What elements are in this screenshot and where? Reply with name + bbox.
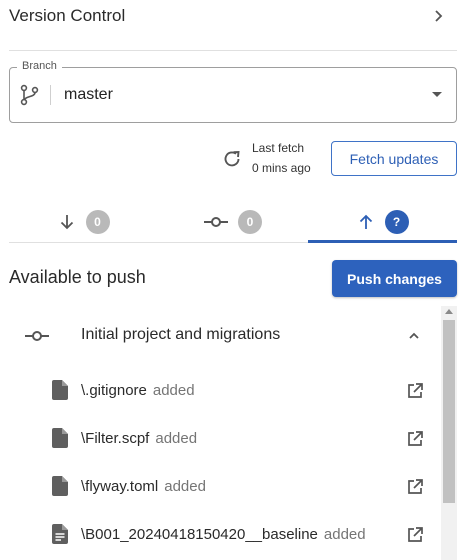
file-status: added (155, 430, 198, 447)
open-external-icon[interactable] (406, 430, 424, 448)
tab-outgoing[interactable]: ? (308, 203, 457, 241)
file-icon (52, 380, 68, 400)
active-tab-indicator (308, 240, 457, 243)
chevron-right-icon[interactable] (432, 7, 446, 25)
last-fetch-time: 0 mins ago (252, 161, 311, 175)
scroll-up-arrow-icon[interactable] (445, 309, 453, 314)
file-row[interactable]: \.gitignore added (0, 367, 440, 415)
commits-count-badge: 0 (238, 210, 262, 234)
open-external-icon[interactable] (406, 478, 424, 496)
outgoing-count-badge: ? (384, 210, 409, 234)
dropdown-caret-icon[interactable] (432, 92, 442, 97)
file-name: \B001_20240418150420__baseline (81, 526, 318, 543)
incoming-count-badge: 0 (85, 210, 110, 234)
file-row[interactable]: \Filter.scpf added (0, 415, 440, 463)
file-name: \.gitignore (81, 382, 147, 399)
git-branch-icon (20, 84, 39, 106)
file-name: \flyway.toml (81, 478, 159, 495)
commit-icon (25, 331, 49, 341)
scrollbar-thumb[interactable] (443, 320, 455, 503)
file-name: \Filter.scpf (81, 430, 150, 447)
file-icon (52, 428, 68, 448)
open-external-icon[interactable] (406, 526, 424, 544)
panel-title: Version Control (9, 6, 126, 25)
file-status: added (152, 382, 195, 399)
open-external-icon[interactable] (406, 382, 424, 400)
commit-icon (204, 217, 228, 227)
last-fetch-label: Last fetch (252, 141, 305, 155)
section-title: Available to push (9, 267, 146, 287)
push-changes-button[interactable]: Push changes (332, 260, 457, 297)
branch-separator (50, 85, 51, 105)
tab-incoming[interactable]: 0 (9, 203, 158, 241)
refresh-icon[interactable] (221, 148, 243, 170)
arrow-down-icon (60, 215, 73, 230)
file-status: added (323, 526, 366, 543)
text-file-icon (52, 524, 68, 544)
tab-commits[interactable]: 0 (158, 203, 308, 241)
arrow-up-icon (359, 214, 372, 229)
file-row[interactable]: \B001_20240418150420__baseline added (0, 511, 440, 559)
branch-label: Branch (17, 60, 62, 72)
header-divider (9, 50, 457, 51)
fetch-updates-button[interactable]: Fetch updates (331, 141, 457, 176)
file-row[interactable]: \flyway.toml added (0, 463, 440, 511)
chevron-up-icon[interactable] (407, 329, 421, 343)
file-icon (52, 476, 68, 496)
file-status: added (164, 478, 206, 495)
commit-title[interactable]: Initial project and migrations (81, 326, 280, 344)
branch-value: master (64, 86, 113, 103)
